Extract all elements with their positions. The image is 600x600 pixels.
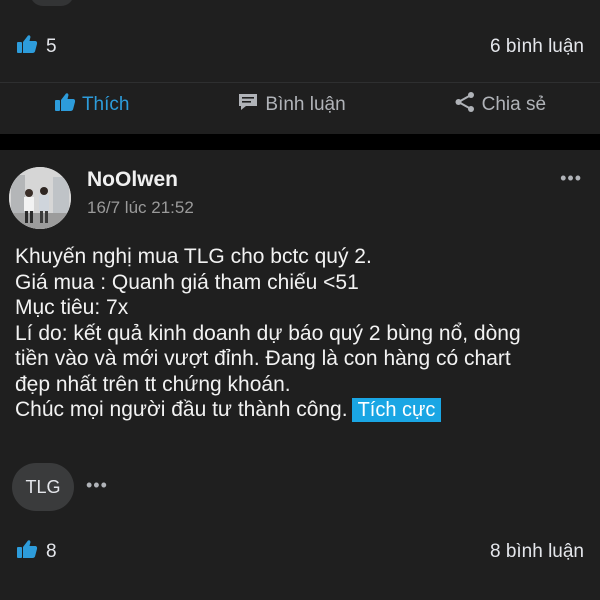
post-body-line: đẹp nhất trên tt chứng khoán. <box>15 372 291 396</box>
share-button-label: Chia sẻ <box>481 94 547 115</box>
thumbs-up-icon <box>54 92 76 118</box>
like-summary[interactable]: 5 <box>16 34 57 60</box>
more-tags-icon[interactable]: ••• <box>86 475 108 496</box>
post-body-line: Lí do: kết quả kinh doanh dự báo quý 2 b… <box>15 321 521 345</box>
post-body-line: tiền vào và mới vượt đỉnh. Đang là con h… <box>15 347 511 370</box>
post-card: NoOlwen 16/7 lúc 21:52 ••• Khuyến nghị m… <box>0 150 600 600</box>
stock-tag-pill[interactable]: TLG <box>12 463 74 511</box>
previous-post-card: 5 6 bình luận Thích Bình luận Chia sẻ <box>0 0 600 134</box>
like-count: 5 <box>46 36 57 57</box>
avatar[interactable] <box>9 167 71 229</box>
post-author[interactable]: NoOlwen <box>87 168 178 192</box>
thumbs-up-icon <box>16 34 38 60</box>
comment-icon <box>237 92 259 118</box>
comment-button[interactable]: Bình luận <box>237 92 346 118</box>
post-time: 16/7 lúc 21:52 <box>87 198 194 217</box>
post-reactions: 8 8 bình luận <box>0 537 600 567</box>
post-body-line: Khuyến nghị mua TLG cho bctc quý 2. <box>15 245 372 268</box>
share-icon <box>454 91 476 119</box>
more-icon[interactable]: ••• <box>560 168 582 189</box>
post-body-line: Mục tiêu: 7x <box>15 296 129 319</box>
post-body: Khuyến nghị mua TLG cho bctc quý 2. Giá … <box>15 244 590 424</box>
share-button[interactable]: Chia sẻ <box>454 91 546 119</box>
like-summary[interactable]: 8 <box>16 539 57 565</box>
post-body-line-text: Chúc mọi người đầu tư thành công. <box>15 398 348 421</box>
divider <box>0 82 600 83</box>
comment-count[interactable]: 6 bình luận <box>490 36 584 58</box>
like-button[interactable]: Thích <box>54 92 130 118</box>
previous-post-actions: Thích Bình luận Chia sẻ <box>0 85 600 125</box>
comment-button-label: Bình luận <box>265 94 346 115</box>
previous-post-reactions: 5 6 bình luận <box>0 32 600 62</box>
post-body-line-last: Chúc mọi người đầu tư thành công. Tích cự… <box>15 397 590 424</box>
like-button-label: Thích <box>81 94 130 115</box>
thumbs-up-icon <box>16 539 38 565</box>
sentiment-badge[interactable]: Tích cực <box>351 398 442 422</box>
like-count: 8 <box>46 541 57 562</box>
comment-count[interactable]: 8 bình luận <box>490 541 584 563</box>
post-body-line: Giá mua : Quanh giá tham chiếu <51 <box>15 270 359 294</box>
previous-post-stub <box>30 0 74 6</box>
